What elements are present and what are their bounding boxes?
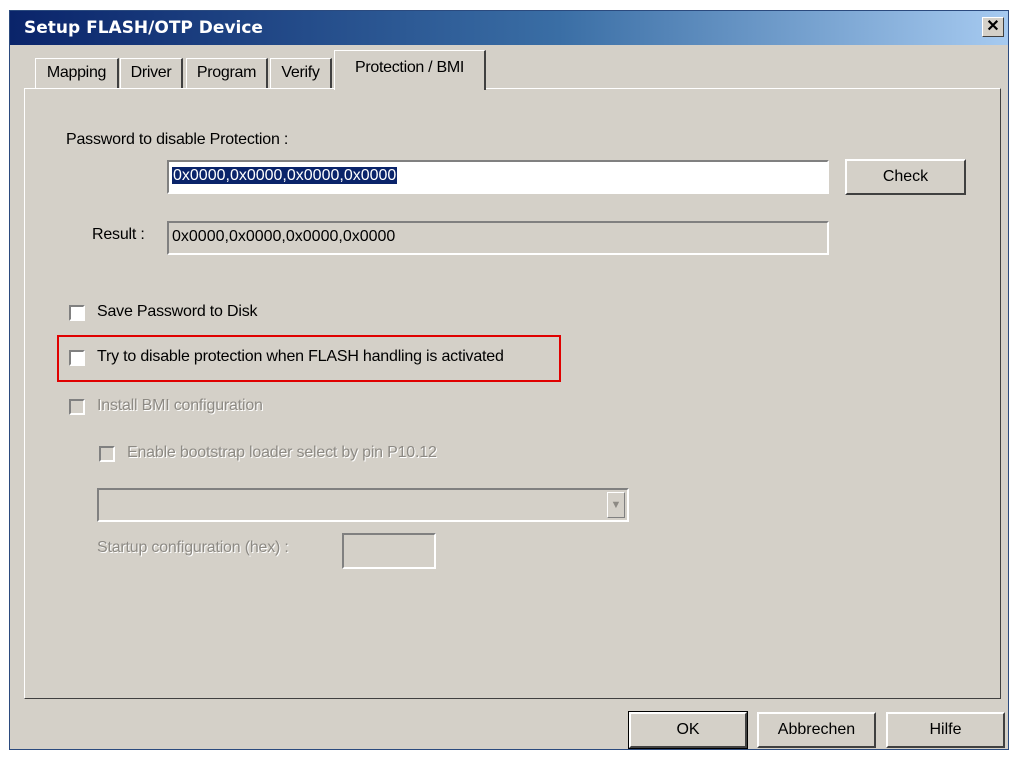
tab-label: Driver xyxy=(130,64,172,81)
bootstrap-loader-label: Enable bootstrap loader select by pin P1… xyxy=(127,444,437,461)
cancel-button-label: Abbrechen xyxy=(777,721,856,738)
cancel-button[interactable]: Abbrechen xyxy=(757,712,876,748)
save-password-label[interactable]: Save Password to Disk xyxy=(97,303,258,321)
password-label: Password to disable Protection : xyxy=(66,131,289,148)
result-value: 0x0000,0x0000,0x0000,0x0000 xyxy=(172,228,396,245)
tab-mapping[interactable]: Mapping xyxy=(35,58,119,88)
tab-verify[interactable]: Verify xyxy=(270,58,332,88)
result-label: Result : xyxy=(92,226,145,243)
bootstrap-loader-checkbox xyxy=(99,446,115,462)
tab-label: Mapping xyxy=(46,64,107,81)
help-button-label: Hilfe xyxy=(929,721,962,738)
ok-button-label: OK xyxy=(676,721,700,738)
bmi-config-select: ▼ xyxy=(97,488,629,522)
password-value: 0x0000,0x0000,0x0000,0x0000 xyxy=(172,167,398,184)
chevron-down-icon: ▼ xyxy=(607,492,625,518)
tab-label: Verify xyxy=(281,64,320,81)
help-button[interactable]: Hilfe xyxy=(886,712,1005,748)
window-title: Setup FLASH/OTP Device xyxy=(24,18,263,38)
startup-config-input xyxy=(342,533,436,569)
check-button-label: Check xyxy=(882,168,929,185)
check-button[interactable]: Check xyxy=(845,159,966,195)
title-bar[interactable]: Setup FLASH/OTP Device ✕ xyxy=(10,11,1008,45)
tab-program[interactable]: Program xyxy=(186,58,268,88)
tab-protection-bmi[interactable]: Protection / BMI xyxy=(334,50,486,90)
install-bmi-label: Install BMI configuration xyxy=(97,397,263,414)
result-field: 0x0000,0x0000,0x0000,0x0000 xyxy=(167,221,829,255)
startup-config-label: Startup configuration (hex) : xyxy=(97,539,289,556)
close-button[interactable]: ✕ xyxy=(982,17,1004,37)
tab-driver[interactable]: Driver xyxy=(120,58,183,88)
password-input[interactable]: 0x0000,0x0000,0x0000,0x0000 xyxy=(167,160,829,194)
close-icon: ✕ xyxy=(986,18,1000,35)
save-password-checkbox[interactable] xyxy=(69,305,85,321)
install-bmi-checkbox xyxy=(69,399,85,415)
try-disable-protection-label[interactable]: Try to disable protection when FLASH han… xyxy=(97,348,504,366)
ok-button[interactable]: OK xyxy=(628,711,748,749)
try-disable-protection-checkbox[interactable] xyxy=(69,350,85,366)
tab-label: Program xyxy=(196,64,257,81)
tab-label: Protection / BMI xyxy=(354,59,465,76)
